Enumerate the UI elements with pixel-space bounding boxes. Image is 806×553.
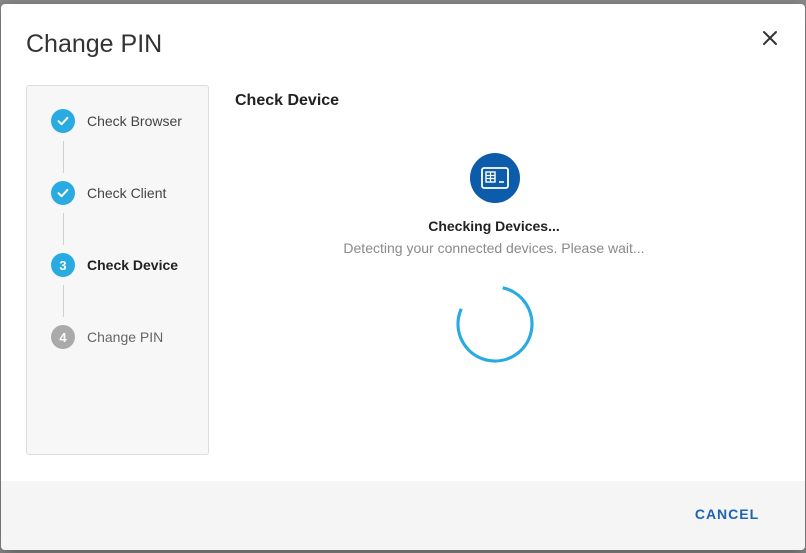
step-label: Change PIN (87, 329, 164, 345)
step-complete-indicator (51, 109, 75, 133)
status-title: Checking Devices... (428, 218, 560, 234)
status-subtitle: Detecting your connected devices. Please… (343, 240, 645, 256)
stepper-panel: Check Browser Check Client 3 Check Devic… (26, 85, 209, 455)
step-label: Check Device (87, 257, 179, 273)
card-reader-icon (481, 167, 509, 189)
step-complete-indicator (51, 181, 75, 205)
change-pin-dialog: Change PIN Check Browser Check Client 3 … (1, 4, 805, 550)
check-icon (57, 188, 69, 198)
step-check-browser[interactable]: Check Browser (51, 109, 182, 133)
step-connector (63, 285, 64, 317)
step-change-pin[interactable]: 4 Change PIN (51, 325, 163, 349)
step-number-indicator: 3 (51, 253, 75, 277)
step-connector (63, 213, 64, 245)
loading-spinner (456, 285, 534, 363)
step-number-indicator: 4 (51, 325, 75, 349)
check-icon (57, 116, 69, 126)
step-content-title: Check Device (235, 92, 340, 109)
dialog-title: Change PIN (26, 30, 163, 58)
step-check-client[interactable]: Check Client (51, 181, 166, 205)
close-icon (763, 31, 777, 45)
step-label: Check Browser (87, 113, 182, 129)
dialog-footer (1, 481, 805, 550)
close-button[interactable] (756, 24, 784, 52)
cancel-button[interactable]: CANCEL (691, 500, 763, 528)
step-connector (63, 141, 64, 173)
step-label: Check Client (87, 185, 167, 201)
step-check-device[interactable]: 3 Check Device (51, 253, 178, 277)
device-icon-badge (470, 153, 520, 203)
